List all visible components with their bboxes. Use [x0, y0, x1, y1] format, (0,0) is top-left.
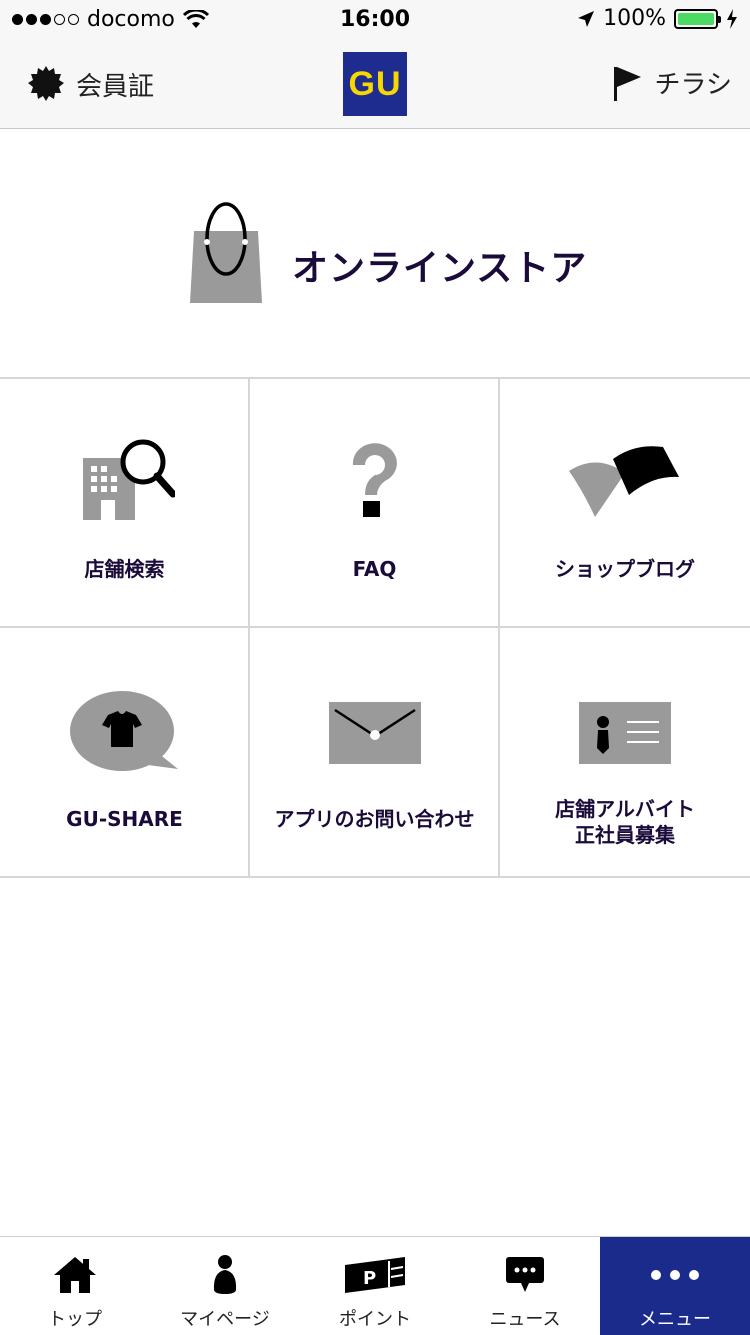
open-book-icon [569, 446, 679, 517]
shop-blog-label: ショップブログ [555, 557, 695, 581]
recruitment-label: 店舗アルバイト 正社員募集 [500, 796, 750, 848]
membership-card-button[interactable]: 会員証 [28, 64, 154, 104]
faq-button[interactable]: FAQ [250, 378, 499, 627]
gu-logo: GU [343, 52, 407, 116]
tab-mypage[interactable]: マイページ [150, 1237, 300, 1335]
svg-text:P: P [363, 1268, 376, 1289]
tab-mypage-label: マイページ [180, 1309, 270, 1330]
tab-point-label: ポイント [339, 1309, 411, 1330]
recruitment-label-line2: 正社員募集 [575, 823, 675, 847]
tab-menu[interactable]: メニュー [600, 1237, 750, 1335]
faq-label: FAQ [352, 557, 397, 581]
store-search-label: 店舗検索 [84, 557, 165, 581]
tab-news[interactable]: ニュース [450, 1237, 600, 1335]
recruitment-label-line1: 店舗アルバイト [555, 797, 695, 821]
status-bar: docomo 16:00 100% [0, 0, 750, 40]
battery-icon [674, 8, 721, 29]
online-store-button[interactable]: オンラインストア [0, 129, 750, 379]
online-store-label: オンラインストア [292, 248, 588, 289]
gu-share-button[interactable]: GU-SHARE [0, 628, 249, 877]
question-mark-icon [352, 443, 397, 517]
tab-top-label: トップ [48, 1309, 102, 1330]
store-search-button[interactable]: 店舗検索 [0, 378, 249, 627]
battery-percent: 100% [603, 6, 666, 31]
flyer-button[interactable]: チラシ [611, 64, 732, 101]
envelope-icon [328, 702, 421, 764]
membership-card-label: 会員証 [76, 71, 155, 102]
app-inquiry-label: アプリのお問い合わせ [274, 807, 475, 831]
person-icon [213, 1255, 237, 1294]
recruitment-button[interactable]: 店舗アルバイト 正社員募集 [500, 628, 750, 877]
speech-bubble-tshirt-icon [69, 691, 178, 771]
tab-news-label: ニュース [489, 1309, 561, 1330]
tab-bar: トップ マイページ P ポイント ニュース メニュー [0, 1236, 750, 1335]
badge-seal-icon [28, 66, 64, 101]
status-right: 100% [577, 6, 738, 31]
chat-bubble-icon [506, 1257, 544, 1292]
charging-bolt-icon [727, 8, 737, 29]
gu-share-label: GU-SHARE [66, 807, 183, 831]
tab-top[interactable]: トップ [0, 1237, 150, 1335]
menu-grid: 店舗検索 FAQ ショップブログ GU-SHARE アプリのお問い合わせ 店舗ア… [0, 378, 750, 878]
tab-menu-label: メニュー [639, 1309, 711, 1330]
more-dots-icon [651, 1270, 699, 1280]
staff-id-card-icon [579, 702, 671, 764]
location-arrow-icon [578, 10, 595, 27]
nav-bar: 会員証 GU チラシ [0, 40, 750, 129]
app-inquiry-button[interactable]: アプリのお問い合わせ [250, 628, 499, 877]
shopping-bag-icon [190, 202, 262, 303]
store-search-icon [82, 439, 175, 520]
tab-point[interactable]: P ポイント [300, 1237, 450, 1335]
home-icon [54, 1257, 96, 1293]
flag-icon [613, 66, 641, 101]
shop-blog-button[interactable]: ショップブログ [500, 378, 750, 627]
flyer-label: チラシ [654, 70, 732, 100]
point-card-icon: P [345, 1257, 405, 1293]
